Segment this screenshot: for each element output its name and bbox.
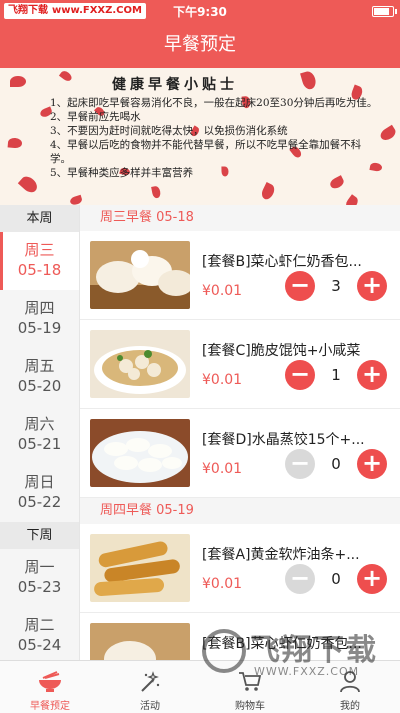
tab-activity[interactable]: 活动: [100, 661, 200, 713]
day-date: 05-23: [17, 578, 62, 596]
banner-tip: 2、早餐前应先喝水: [50, 111, 141, 123]
tab-label: 我的: [340, 701, 360, 712]
week-header-next: 下周: [0, 522, 79, 549]
day-weekday: 周六: [24, 415, 55, 433]
steamed-bun-image[interactable]: [90, 623, 190, 660]
rose-petal: [378, 124, 398, 143]
sidebar-day-sat[interactable]: 周六 05-21: [0, 406, 79, 464]
day-weekday: 周五: [24, 357, 55, 375]
day-date: 05-21: [17, 435, 62, 453]
decrease-button[interactable]: −: [285, 449, 315, 479]
increase-button[interactable]: +: [357, 271, 387, 301]
increase-button[interactable]: +: [357, 449, 387, 479]
item-quantity: 0: [331, 570, 341, 588]
rose-petal: [150, 185, 162, 199]
item-price: ¥0.01: [202, 283, 243, 299]
sidebar-day-mon[interactable]: 周一 05-23: [0, 549, 79, 607]
banner-title: 健康早餐小贴士: [112, 77, 238, 93]
tab-label: 购物车: [235, 701, 265, 712]
banner-tip: 3、不要因为赶时间就吃得太快，以免损伤消化系统: [50, 125, 288, 137]
banner-tips: 1、起床即吃早餐容易消化不良，一般在起床20至30分钟后再吃为佳。 2、早餐前应…: [50, 96, 380, 180]
item-name: [套餐B]菜心虾仁奶香包...: [202, 636, 362, 652]
item-price: ¥0.01: [202, 461, 243, 477]
banner-tip: 5、早餐种类应多样并丰富营养: [50, 167, 194, 179]
increase-button[interactable]: +: [357, 360, 387, 390]
day-date: 05-24: [17, 636, 62, 654]
banner-tip: 1、起床即吃早餐容易消化不良，一般在起床20至30分钟后再吃为佳。: [50, 97, 378, 109]
wonton-soup-image[interactable]: [90, 330, 190, 398]
day-date: 05-22: [17, 493, 62, 511]
rose-petal: [300, 69, 318, 91]
section-header: 周四早餐 05-19: [80, 498, 400, 524]
section-header: 周三早餐 05-18: [80, 205, 400, 231]
fried-dough-image[interactable]: [90, 534, 190, 602]
day-date: 05-19: [17, 319, 62, 337]
tab-cart[interactable]: 购物车: [200, 661, 300, 713]
tab-bar: 早餐预定 活动 购物车 我的: [0, 660, 400, 713]
item-price: ¥0.01: [202, 372, 243, 388]
sidebar-day-fri[interactable]: 周五 05-20: [0, 348, 79, 406]
tab-label: 活动: [140, 701, 160, 712]
menu-item: [套餐A]黄金软炸油条+... ¥0.01 − 0 +: [80, 524, 400, 613]
tab-profile[interactable]: 我的: [300, 661, 400, 713]
day-date: 05-20: [17, 377, 62, 395]
item-quantity: 0: [331, 455, 341, 473]
sidebar-day-thu[interactable]: 周四 05-19: [0, 290, 79, 348]
rose-petal: [69, 194, 83, 205]
status-time: 下午9:30: [173, 5, 227, 19]
dumplings-image[interactable]: [90, 419, 190, 487]
sidebar-day-tue[interactable]: 周二 05-24: [0, 607, 79, 665]
item-quantity: 3: [331, 277, 341, 295]
item-name: [套餐C]脆皮馄饨+小咸菜: [202, 343, 361, 359]
menu-item: [套餐B]菜心虾仁奶香包...: [80, 613, 400, 660]
sidebar-day-wed[interactable]: 周三 05-18: [0, 232, 79, 290]
status-bar: 飞翔下载 www.FXXZ.COM 下午9:30: [0, 0, 400, 22]
tab-breakfast[interactable]: 早餐预定: [0, 661, 100, 713]
rose-petal: [18, 173, 40, 195]
tips-banner[interactable]: 健康早餐小贴士 1、起床即吃早餐容易消化不良，一般在起床20至30分钟后再吃为佳…: [0, 68, 400, 205]
increase-button[interactable]: +: [357, 564, 387, 594]
item-name: [套餐D]水晶蒸饺15个+...: [202, 432, 365, 448]
sidebar-day-sun[interactable]: 周日 05-22: [0, 464, 79, 522]
menu-item: [套餐C]脆皮馄饨+小咸菜 ¥0.01 − 1 +: [80, 320, 400, 409]
rose-petal: [7, 137, 23, 149]
day-weekday: 周二: [24, 616, 55, 634]
day-weekday: 周四: [24, 299, 55, 317]
cart-icon: [239, 672, 262, 691]
day-date: 05-18: [17, 261, 62, 279]
battery-icon: [372, 6, 397, 17]
menu-list: 周三早餐 05-18 [套餐B]菜心虾仁奶香包... ¥0.01 − 3 + […: [80, 205, 400, 660]
item-name: [套餐B]菜心虾仁奶香包...: [202, 254, 362, 270]
day-weekday: 周三: [24, 241, 55, 259]
page-title: 早餐预定: [164, 34, 236, 55]
navigation-bar: 早餐预定: [0, 22, 400, 68]
banner-tip: 4、早餐以后吃的食物并不能代替早餐，所以不吃早餐全靠加餐不科学。: [50, 139, 362, 165]
rose-petal: [10, 76, 26, 88]
item-price: ¥0.01: [202, 576, 243, 592]
tab-label: 早餐预定: [30, 701, 70, 712]
day-weekday: 周日: [24, 473, 55, 491]
rose-petal: [343, 194, 361, 205]
week-header-this: 本周: [0, 205, 79, 232]
steamed-bun-image[interactable]: [90, 241, 190, 309]
menu-item: [套餐D]水晶蒸饺15个+... ¥0.01 − 0 +: [80, 409, 400, 498]
rose-petal: [259, 181, 277, 202]
menu-item: [套餐B]菜心虾仁奶香包... ¥0.01 − 3 +: [80, 231, 400, 320]
decrease-button[interactable]: −: [285, 564, 315, 594]
decrease-button[interactable]: −: [285, 271, 315, 301]
bowl-icon: [39, 671, 61, 692]
date-sidebar: 本周 周三 05-18 周四 05-19 周五 05-20 周六 05-21 周…: [0, 205, 80, 660]
user-icon: [340, 671, 360, 693]
magic-wand-icon: [141, 671, 160, 692]
item-quantity: 1: [331, 366, 341, 384]
item-name: [套餐A]黄金软炸油条+...: [202, 547, 360, 563]
rose-petal: [58, 69, 74, 84]
decrease-button[interactable]: −: [285, 360, 315, 390]
day-weekday: 周一: [24, 558, 55, 576]
